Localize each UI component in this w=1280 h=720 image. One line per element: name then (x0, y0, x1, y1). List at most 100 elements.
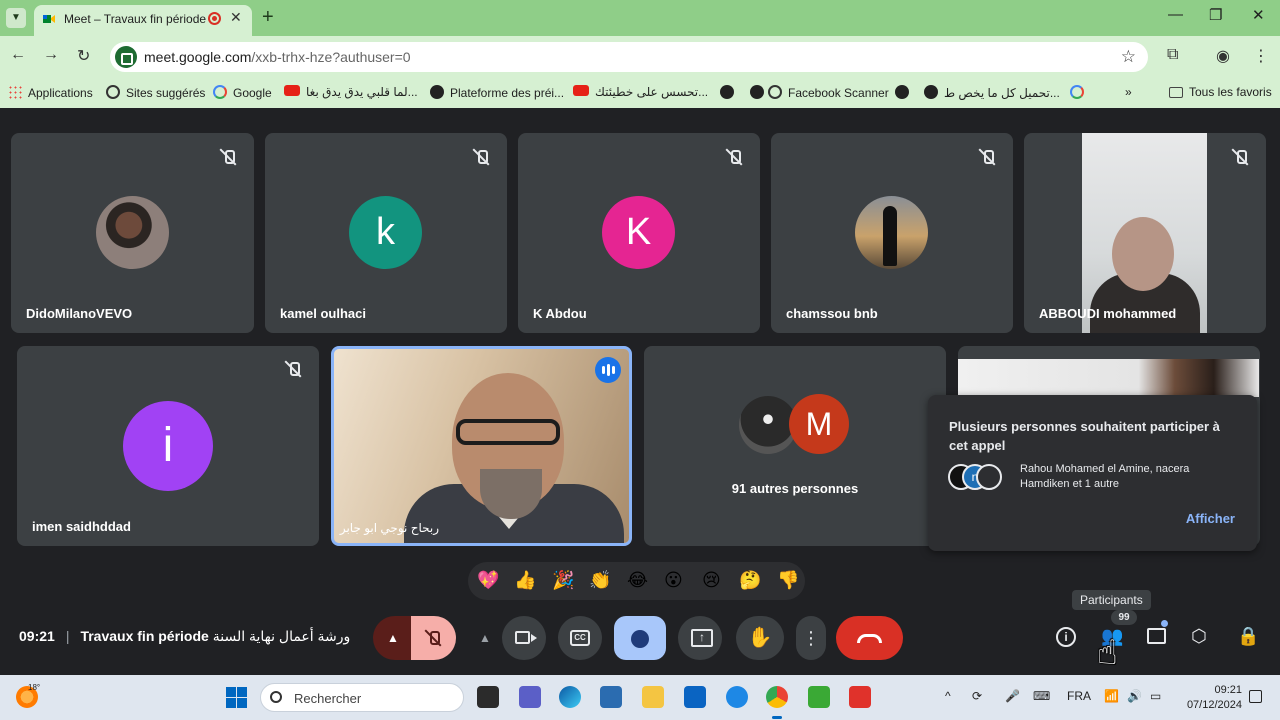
bookmark-youtube-2[interactable]: تحسس على خطيئتك... (573, 85, 708, 99)
windows-start-icon[interactable] (226, 687, 247, 708)
mic-off-icon (471, 147, 491, 167)
host-controls-lock-icon[interactable]: 🔒 (1237, 626, 1259, 647)
back-arrow-icon[interactable]: ← (10, 46, 26, 64)
bookmark-google-2[interactable] (1070, 85, 1090, 100)
active-speaker-tile[interactable]: ربحاح نوجي ابو جابر (331, 346, 632, 546)
globe-icon (430, 85, 444, 99)
globe-icon (750, 85, 764, 99)
microphone-toggle-button[interactable] (411, 616, 456, 660)
reaction-heart-icon[interactable]: 💖 (477, 569, 499, 591)
system-clock[interactable]: 09:21 07/12/2024 (1180, 683, 1242, 713)
microphone-tray-icon[interactable]: 🎤 (1005, 689, 1020, 703)
participant-name: DidoMilanoVEVO (26, 306, 133, 321)
mouse-pointer-hand-icon: ☝ (1097, 634, 1118, 672)
participant-tile[interactable]: ABBOUDI mohammed (1024, 133, 1266, 333)
hang-up-icon (857, 634, 882, 643)
more-options-button[interactable]: ⋮ (796, 616, 826, 660)
reaction-clap-icon[interactable]: 👏 (589, 569, 611, 591)
other-participants-tile[interactable]: M 91 autres personnes (644, 346, 946, 546)
participants-tooltip: Participants (1072, 590, 1151, 610)
bookmark-google[interactable]: Google (213, 85, 272, 100)
keyboard-icon[interactable]: ⌨ (1033, 689, 1050, 703)
browser-menu-icon[interactable]: ⋮ (1253, 46, 1269, 66)
forward-arrow-icon[interactable]: → (43, 46, 59, 64)
bookmark-all-favorites[interactable]: Tous les favoris (1169, 85, 1272, 99)
site-info-icon[interactable] (115, 46, 137, 68)
reactions-button[interactable] (614, 616, 666, 660)
video-options-chevron-icon[interactable]: ▲ (468, 616, 502, 660)
bookmarks-overflow-icon[interactable]: » (1125, 85, 1132, 99)
camtasia-green-icon[interactable] (808, 686, 830, 708)
bookmark-applications[interactable]: Applications (8, 85, 93, 100)
audio-options-chevron-icon[interactable]: ▲ (373, 616, 413, 660)
others-count-label: 91 autres personnes (731, 481, 859, 496)
participant-tile[interactable]: K K Abdou (518, 133, 760, 333)
reaction-surprised-icon[interactable]: 😮 (664, 569, 683, 591)
input-language[interactable]: FRA (1067, 689, 1091, 703)
mail-icon[interactable] (684, 686, 706, 708)
reaction-thumbs-up-icon[interactable]: 👍 (514, 569, 536, 591)
search-placeholder: Rechercher (294, 691, 362, 706)
tray-overflow-chevron-icon[interactable]: ^ (945, 689, 951, 703)
wifi-icon[interactable]: 📶 (1104, 689, 1119, 703)
bookmark-suggested-sites[interactable]: Sites suggérés (106, 85, 205, 100)
participant-name: kamel oulhaci (280, 306, 366, 321)
leave-call-button[interactable] (836, 616, 903, 660)
camera-toggle-button[interactable] (502, 616, 546, 660)
chat-icon[interactable] (1147, 628, 1166, 644)
reaction-laugh-icon[interactable]: 😂 (627, 569, 648, 591)
teams-icon[interactable] (519, 686, 541, 708)
file-explorer-icon[interactable] (642, 686, 664, 708)
new-tab-icon[interactable]: + (262, 6, 274, 29)
microsoft-store-icon[interactable] (600, 686, 622, 708)
mic-off-icon (218, 147, 238, 167)
raise-hand-button[interactable]: ✋ (736, 616, 784, 660)
extensions-puzzle-icon[interactable]: ⧉ (1167, 46, 1178, 64)
close-window-icon[interactable]: ✕ (1252, 6, 1265, 24)
minimize-icon[interactable]: — (1168, 6, 1183, 23)
profile-avatar-icon[interactable]: ◉ (1216, 46, 1230, 66)
present-screen-button[interactable]: ↑ (678, 616, 722, 660)
join-request-popup: Plusieurs personnes souhaitent participe… (928, 395, 1257, 551)
reaction-party-icon[interactable]: 🎉 (552, 569, 574, 591)
address-bar[interactable]: meet.google.com/xxb-trhx-hze?authuser=0 … (110, 42, 1148, 72)
participant-tile[interactable]: chamssou bnb (771, 133, 1013, 333)
edge-browser-icon[interactable] (559, 686, 581, 708)
bookmark-globe-1[interactable] (720, 85, 740, 100)
restore-icon[interactable]: ❐ (1209, 6, 1222, 24)
participant-tile[interactable]: k kamel oulhaci (265, 133, 507, 333)
battery-icon[interactable]: ▭ (1150, 689, 1161, 703)
bookmark-globe-2[interactable] (895, 85, 915, 100)
captions-button[interactable]: CC (558, 616, 602, 660)
bookmark-youtube-1[interactable]: لما قلبي يدق يدق بغا... (284, 85, 418, 99)
browser-tab-meet[interactable]: Meet – Travaux fin période ✕ (34, 5, 252, 36)
tab-close-icon[interactable]: ✕ (230, 9, 242, 26)
show-requests-button[interactable]: Afficher (1186, 511, 1235, 526)
participant-tile[interactable]: DidoMilanoVEVO (11, 133, 254, 333)
camtasia-red-icon[interactable] (849, 686, 871, 708)
chrome-icon[interactable] (766, 686, 788, 708)
activities-shapes-icon[interactable]: ⬡ (1191, 626, 1207, 647)
notifications-icon[interactable] (1249, 690, 1262, 703)
bookmark-facebook-scanner[interactable]: Facebook Scanner (750, 85, 889, 100)
reaction-sad-icon[interactable]: 😢 (702, 569, 721, 591)
participant-tile[interactable]: i imen saidhddad (17, 346, 319, 546)
volume-icon[interactable]: 🔊 (1127, 689, 1142, 703)
google-icon (213, 85, 227, 99)
bookmark-plateforme[interactable]: Plateforme des préi... (430, 85, 564, 100)
browser-toolbar: ← → ↻ meet.google.com/xxb-trhx-hze?authu… (0, 36, 1280, 78)
reload-icon[interactable]: ↻ (77, 46, 90, 66)
participant-name: imen saidhddad (32, 519, 131, 534)
requester-avatars: n (948, 464, 1008, 490)
meeting-info-icon[interactable]: i (1056, 627, 1076, 647)
task-view-icon[interactable] (477, 686, 499, 708)
reaction-thinking-icon[interactable]: 🤔 (739, 569, 761, 591)
bookmark-star-icon[interactable]: ☆ (1121, 47, 1136, 67)
messenger-icon[interactable] (726, 686, 748, 708)
tab-search-chevron-icon[interactable]: ▼ (6, 8, 26, 28)
sync-icon[interactable]: ⟳ (972, 689, 982, 703)
taskbar-search-box[interactable]: Rechercher (260, 683, 464, 712)
bookmark-download[interactable]: تحميل كل ما يخص ط... (924, 85, 1060, 100)
reaction-thumbs-down-icon[interactable]: 👎 (777, 569, 799, 591)
participant-name: ربحاح نوجي ابو جابر (339, 521, 439, 535)
